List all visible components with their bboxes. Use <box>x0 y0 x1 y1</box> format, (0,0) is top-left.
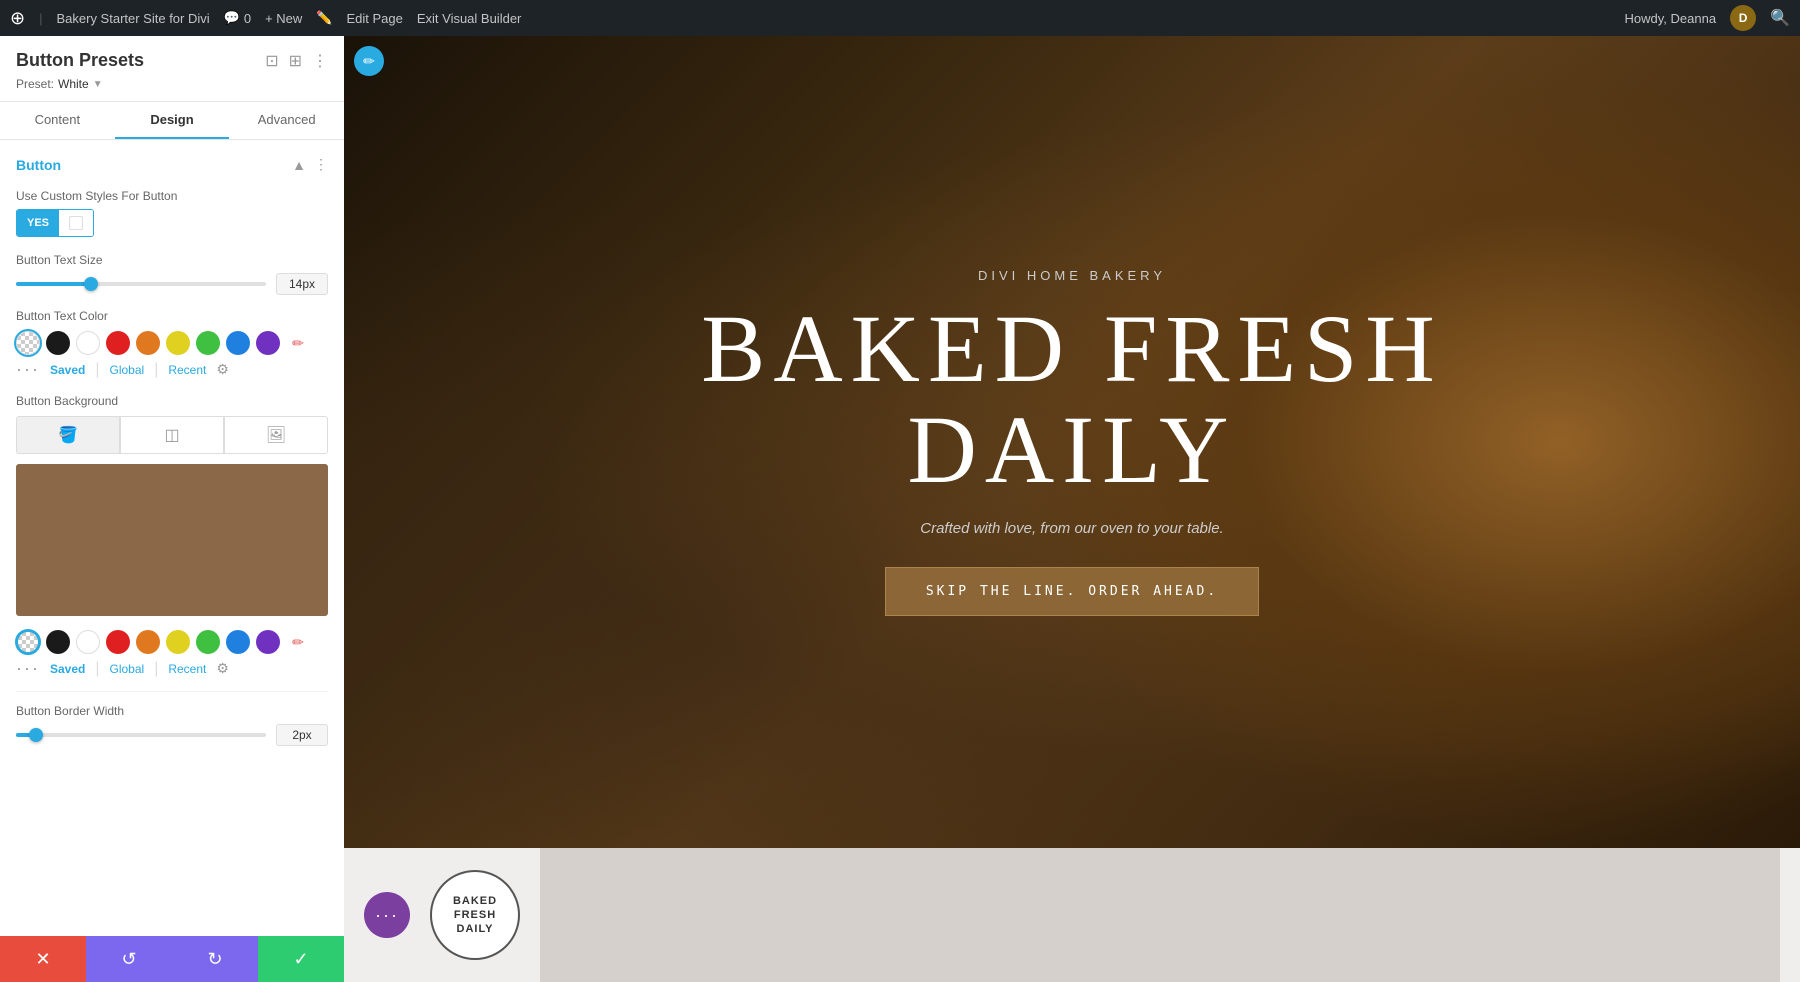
panel-title: Button Presets <box>16 50 144 71</box>
text-color-global-label[interactable]: Global <box>110 363 145 377</box>
panel-resize-icon[interactable]: ⊡ <box>265 51 278 71</box>
hero-subtitle: DIVI HOME BAKERY <box>701 268 1442 283</box>
bg-color-white-swatch[interactable] <box>76 630 100 654</box>
panel-content: Button ▲ ⋮ Use Custom Styles For Button … <box>0 140 344 936</box>
text-color-green-swatch[interactable] <box>196 331 220 355</box>
purple-dot-button[interactable]: ··· <box>364 892 410 938</box>
text-color-saved-label[interactable]: Saved <box>50 363 85 377</box>
edit-section-button[interactable]: ✏ <box>354 46 384 76</box>
tab-design[interactable]: Design <box>115 102 230 139</box>
admin-bar: ⊕ | Bakery Starter Site for Divi 💬 0 + N… <box>0 0 1800 36</box>
bg-solid-icon: 🪣 <box>58 425 78 445</box>
circular-badge: BAKED FRESH DAILY <box>430 870 520 960</box>
hero-section: DIVI HOME BAKERY BAKED FRESH DAILY Craft… <box>344 36 1800 848</box>
edit-page-icon: ✏️ <box>316 10 332 26</box>
text-color-white-swatch[interactable] <box>76 331 100 355</box>
bg-color-black-swatch[interactable] <box>46 630 70 654</box>
bg-color-green-swatch[interactable] <box>196 630 220 654</box>
text-color-gear-icon[interactable]: ⚙ <box>216 361 229 378</box>
hero-cta-button[interactable]: SKIP THE LINE. ORDER AHEAD. <box>885 567 1259 616</box>
bg-color-custom-icon[interactable]: ✏ <box>286 630 310 654</box>
bg-color-preview[interactable] <box>16 464 328 616</box>
text-size-label: Button Text Size <box>16 253 328 267</box>
left-panel: Button Presets ⊡ ⊞ ⋮ Preset: White ▼ Con… <box>0 36 344 982</box>
section-collapse-icon[interactable]: ▲ <box>292 156 306 173</box>
bg-gradient-button[interactable]: ◫ <box>120 416 224 454</box>
text-color-label: Button Text Color <box>16 309 328 323</box>
hero-content: DIVI HOME BAKERY BAKED FRESH DAILY Craft… <box>661 268 1482 617</box>
bg-color-recent-label[interactable]: Recent <box>168 662 206 676</box>
bg-gradient-icon: ◫ <box>164 425 179 445</box>
bg-color-transparent-swatch[interactable] <box>16 630 40 654</box>
bg-color-red-swatch[interactable] <box>106 630 130 654</box>
toggle-yes-button[interactable]: YES <box>17 210 59 236</box>
bg-color-orange-swatch[interactable] <box>136 630 160 654</box>
text-color-red-swatch[interactable] <box>106 331 130 355</box>
bg-color-more-icon[interactable]: ··· <box>16 658 40 679</box>
text-color-black-swatch[interactable] <box>46 331 70 355</box>
text-color-swatches: ✏ <box>16 331 328 355</box>
footer-save-button[interactable]: ✓ <box>258 936 344 982</box>
bg-color-purple-swatch[interactable] <box>256 630 280 654</box>
footer-close-button[interactable]: ✕ <box>0 936 86 982</box>
bg-color-yellow-swatch[interactable] <box>166 630 190 654</box>
panel-more-icon[interactable]: ⋮ <box>312 51 328 71</box>
text-color-recent-label[interactable]: Recent <box>168 363 206 377</box>
panel-footer: ✕ ↺ ↻ ✓ <box>0 936 344 982</box>
hero-description: Crafted with love, from our oven to your… <box>701 520 1442 537</box>
bg-color-gear-icon[interactable]: ⚙ <box>216 660 229 677</box>
howdy-label: Howdy, Deanna <box>1625 11 1717 26</box>
comment-icon: 💬 <box>224 10 240 26</box>
text-color-orange-swatch[interactable] <box>136 331 160 355</box>
new-button[interactable]: + New <box>265 11 302 26</box>
text-size-value[interactable]: 14px <box>276 273 328 295</box>
text-color-custom-icon[interactable]: ✏ <box>286 331 310 355</box>
footer-redo-button[interactable]: ↻ <box>172 936 258 982</box>
bottom-strip: ··· BAKED FRESH DAILY <box>344 848 1800 982</box>
text-size-slider-track[interactable] <box>16 282 266 286</box>
border-width-value[interactable]: 2px <box>276 724 328 746</box>
preview-area: ✏ DIVI HOME BAKERY BAKED FRESH DAILY Cra… <box>344 36 1800 982</box>
bg-solid-button[interactable]: 🪣 <box>16 416 120 454</box>
tab-content[interactable]: Content <box>0 102 115 139</box>
text-color-yellow-swatch[interactable] <box>166 331 190 355</box>
dot-menu-icon: ··· <box>375 905 399 926</box>
site-name-link[interactable]: Bakery Starter Site for Divi <box>56 11 209 26</box>
bg-color-blue-swatch[interactable] <box>226 630 250 654</box>
section-title: Button <box>16 157 61 173</box>
bg-color-saved-label[interactable]: Saved <box>50 662 85 676</box>
preset-label: Preset: <box>16 77 54 91</box>
comment-count[interactable]: 💬 0 <box>224 10 251 26</box>
tab-advanced[interactable]: Advanced <box>229 102 344 139</box>
panel-columns-icon[interactable]: ⊞ <box>289 51 302 71</box>
bg-image-icon: 🖼 <box>266 425 286 445</box>
bg-color-swatches: ✏ <box>16 630 328 654</box>
text-color-more-icon[interactable]: ··· <box>16 359 40 380</box>
panel-header: Button Presets ⊡ ⊞ ⋮ Preset: White ▼ <box>0 36 344 102</box>
panel-tabs: Content Design Advanced <box>0 102 344 140</box>
text-color-transparent-swatch[interactable] <box>16 331 40 355</box>
toggle-container: YES <box>16 209 94 237</box>
bg-label: Button Background <box>16 394 328 408</box>
search-icon[interactable]: 🔍 <box>1770 8 1790 28</box>
border-width-slider-track[interactable] <box>16 733 266 737</box>
border-width-label: Button Border Width <box>16 704 328 718</box>
bg-color-global-label[interactable]: Global <box>110 662 145 676</box>
bg-image-button[interactable]: 🖼 <box>224 416 328 454</box>
text-color-purple-swatch[interactable] <box>256 331 280 355</box>
bottom-content-area <box>540 848 1780 982</box>
text-color-blue-swatch[interactable] <box>226 331 250 355</box>
wp-logo-icon: ⊕ <box>10 8 25 29</box>
bg-type-row: 🪣 ◫ 🖼 <box>16 416 328 454</box>
exit-builder-button[interactable]: Exit Visual Builder <box>417 11 522 26</box>
section-more-icon[interactable]: ⋮ <box>314 156 328 173</box>
preset-chevron-icon[interactable]: ▼ <box>93 79 103 90</box>
toggle-no-button[interactable] <box>59 210 93 236</box>
custom-styles-label: Use Custom Styles For Button <box>16 189 328 203</box>
avatar[interactable]: D <box>1730 5 1756 31</box>
footer-undo-button[interactable]: ↺ <box>86 936 172 982</box>
preset-dropdown[interactable]: White <box>58 77 89 91</box>
edit-page-button[interactable]: Edit Page <box>346 11 402 26</box>
hero-title: BAKED FRESH DAILY <box>701 299 1442 501</box>
